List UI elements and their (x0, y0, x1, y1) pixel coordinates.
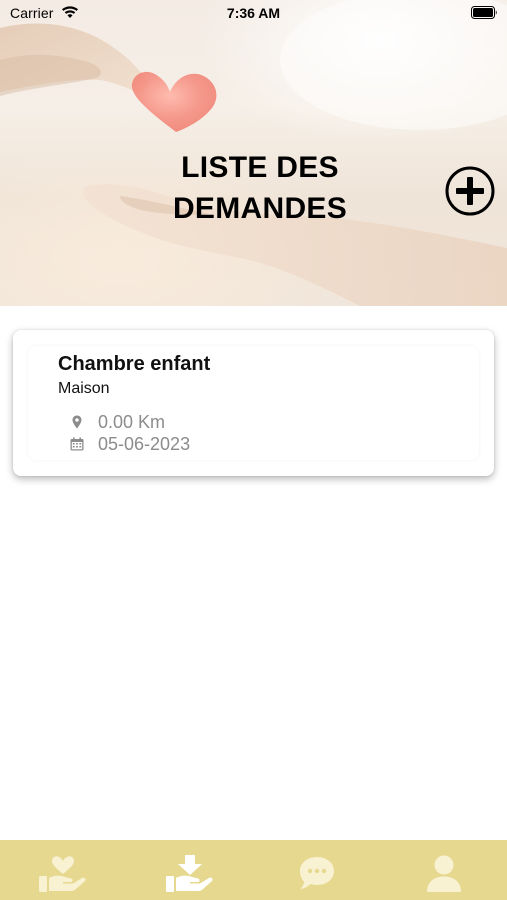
request-title: Chambre enfant (58, 353, 211, 375)
request-category: Maison (58, 380, 110, 397)
download-hand-icon (166, 855, 213, 892)
battery-icon (471, 6, 497, 19)
bottom-tab-bar (0, 840, 507, 900)
page-title: LISTE DES DEMANDES (120, 147, 400, 229)
calendar-icon (70, 437, 84, 451)
request-card[interactable] (13, 330, 494, 476)
clock-time: 7:36 AM (226, 5, 281, 21)
tab-profile[interactable] (380, 840, 507, 900)
page-title-line-1: LISTE DES (181, 151, 339, 184)
request-distance: 0.00 Km (98, 411, 166, 432)
request-date: 05-06-2023 (98, 433, 191, 454)
request-date-row: 05-06-2023 (58, 434, 190, 454)
map-pin-icon (72, 415, 82, 429)
chat-bubble-icon (299, 857, 334, 889)
add-request-button[interactable] (445, 166, 495, 216)
heart-hand-icon (39, 856, 86, 892)
tab-donations[interactable] (0, 840, 127, 900)
status-bar: Carrier 7:36 AM (0, 0, 507, 28)
user-icon (426, 855, 461, 892)
page-title-line-2: DEMANDES (172, 192, 348, 225)
request-distance-row: 0.00 Km (58, 412, 165, 432)
tab-requests[interactable] (127, 840, 254, 900)
tab-messages[interactable] (254, 840, 381, 900)
